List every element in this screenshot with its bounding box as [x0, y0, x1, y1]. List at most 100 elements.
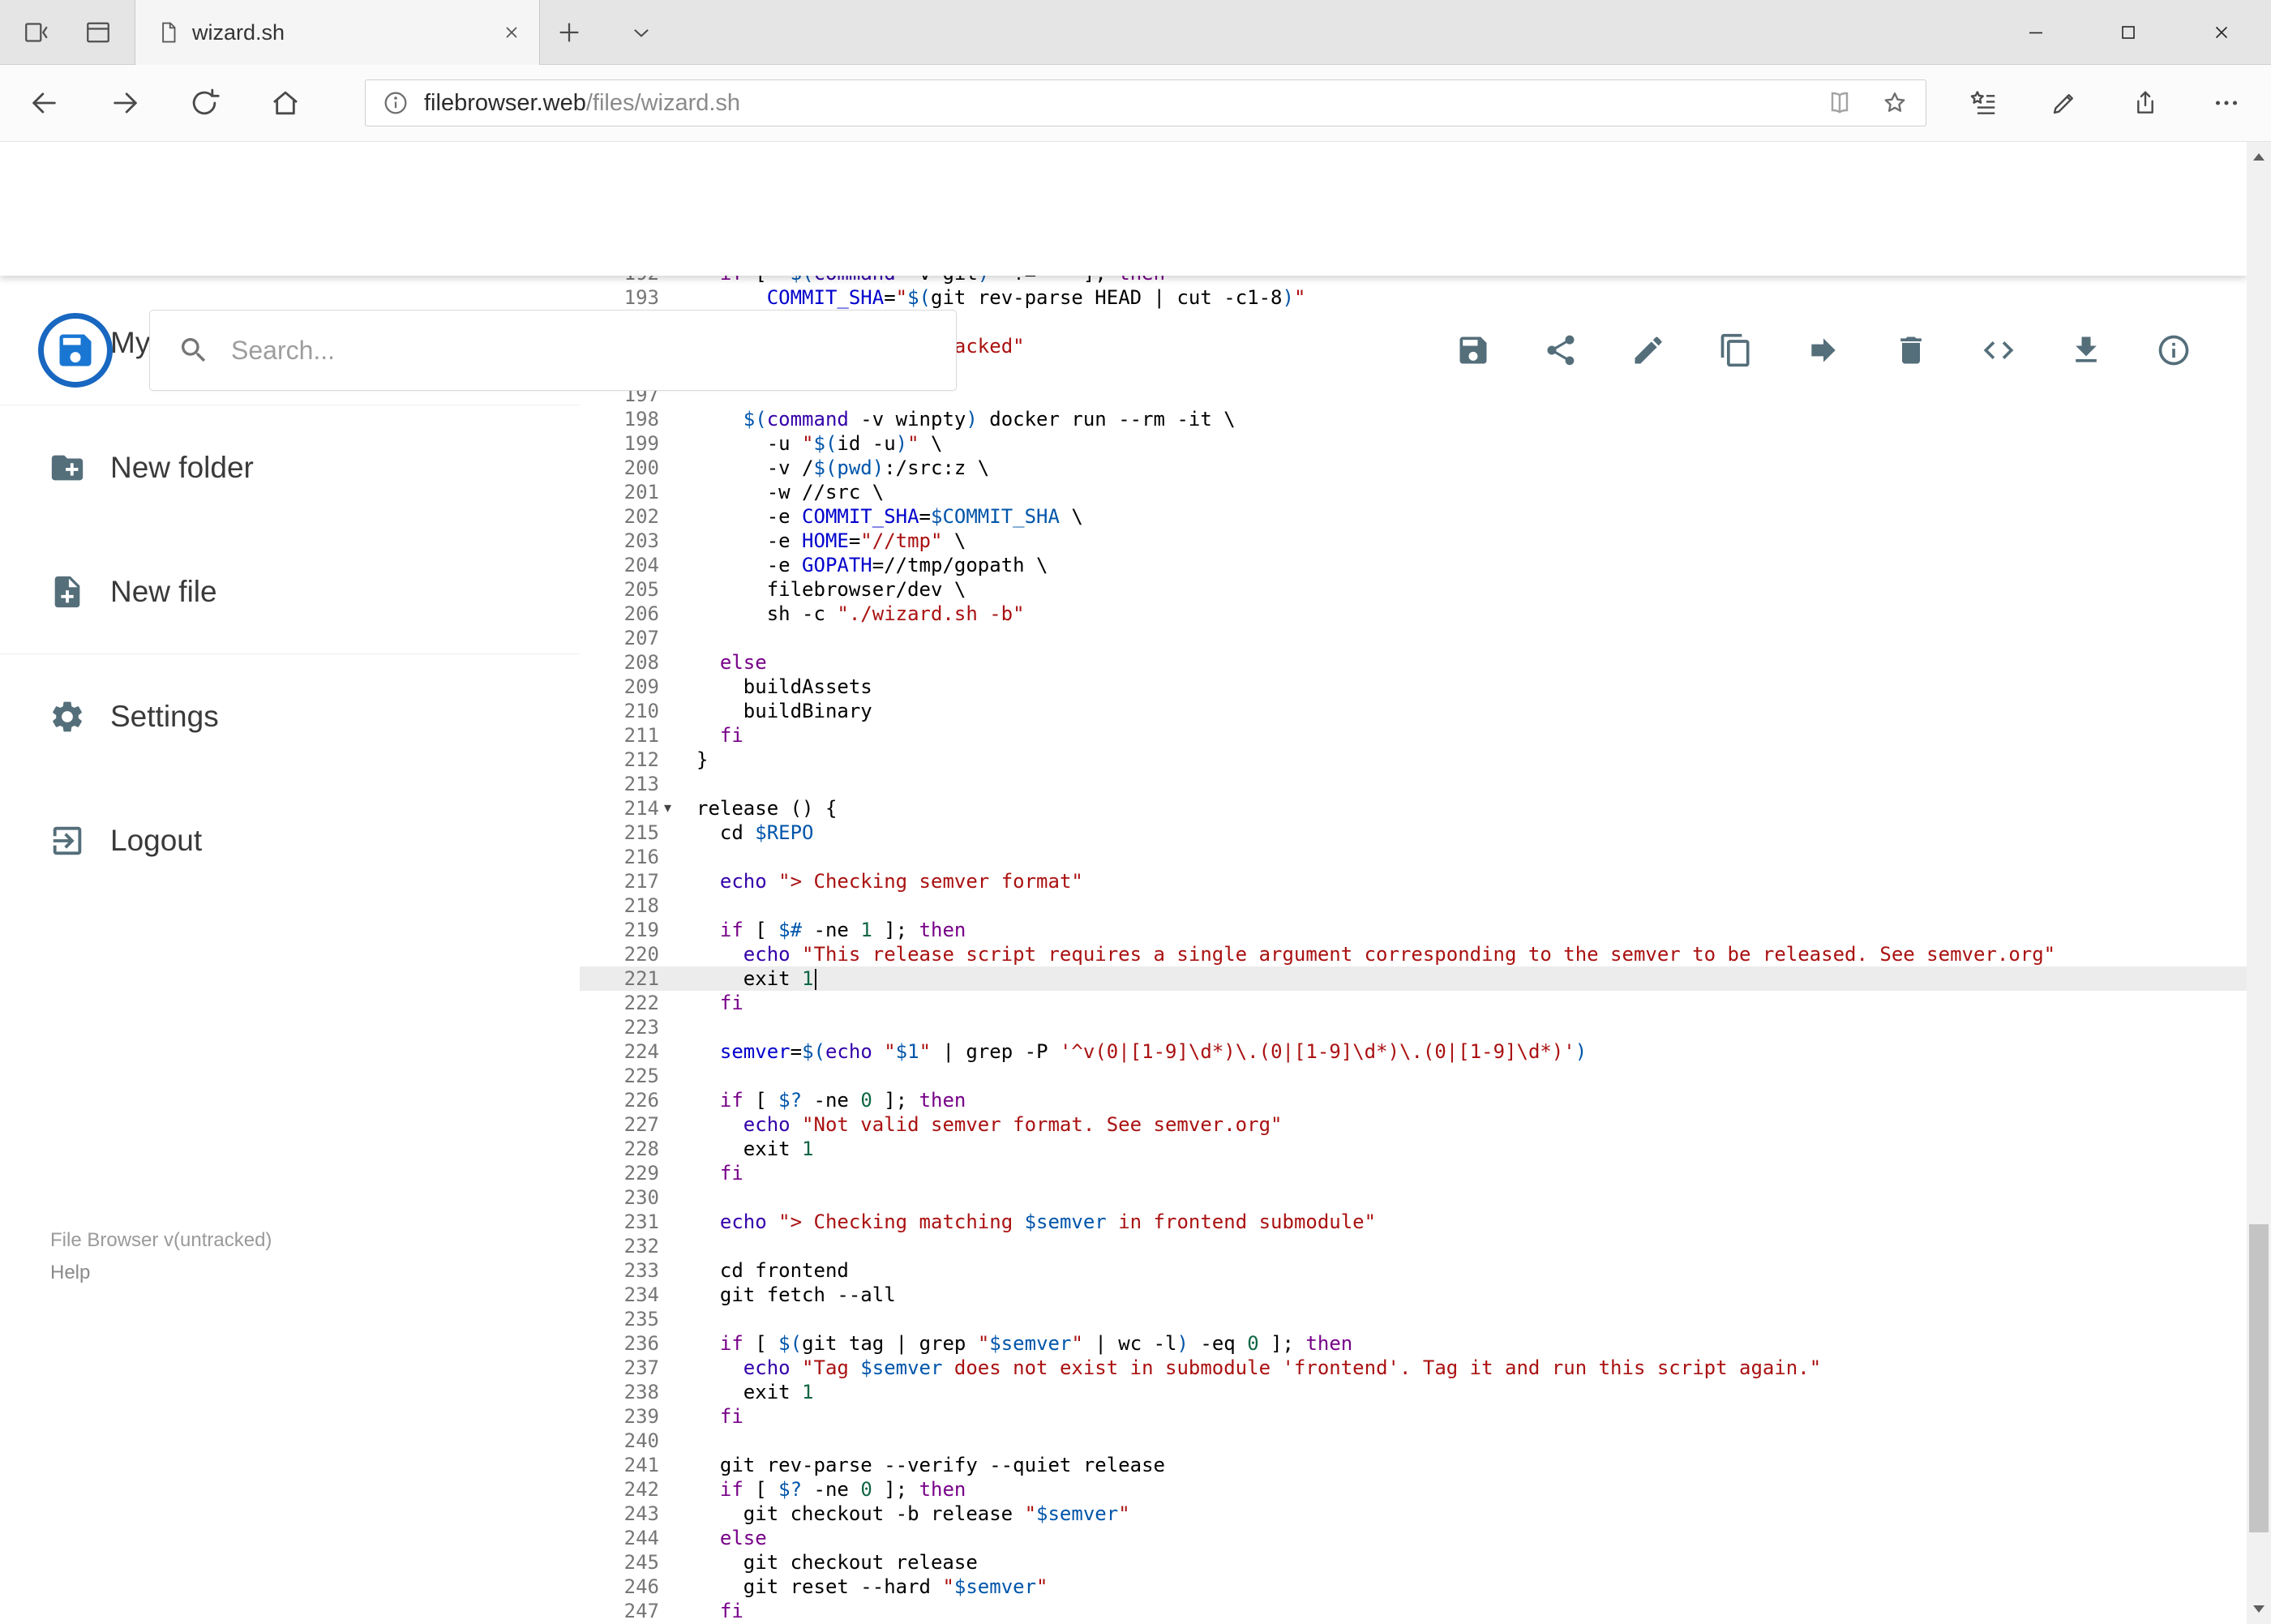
code-line[interactable]: 223 — [580, 1015, 2247, 1039]
set-tabs-aside-button[interactable] — [12, 8, 61, 57]
code-line[interactable]: 209 buildAssets — [580, 675, 2247, 699]
line-number: 200 — [623, 456, 659, 479]
code-line[interactable]: 242 if [ $? -ne 0 ]; then — [580, 1477, 2247, 1502]
sidebar-item-new-folder[interactable]: New folder — [0, 405, 580, 529]
sidebar-item-settings[interactable]: Settings — [0, 654, 580, 778]
code-line[interactable]: 198 $(command -v winpty) docker run --rm… — [580, 407, 2247, 431]
code-line[interactable]: 211 fi — [580, 723, 2247, 748]
home-icon — [269, 87, 302, 119]
code-line[interactable]: 244 else — [580, 1526, 2247, 1550]
share-button[interactable] — [2119, 77, 2171, 129]
window-maximize-button[interactable] — [2093, 0, 2163, 65]
code-line[interactable]: 216 — [580, 845, 2247, 869]
code-line[interactable]: 219 if [ $# -ne 1 ]; then — [580, 918, 2247, 942]
code-line[interactable]: 232 — [580, 1234, 2247, 1258]
code-editor[interactable]: 192 if [ "$(command -v git)" != "" ]; th… — [580, 276, 2247, 1624]
rename-button[interactable] — [1620, 322, 1677, 379]
scrollbar-thumb[interactable] — [2249, 1224, 2269, 1532]
code-line[interactable]: 229 fi — [580, 1161, 2247, 1185]
tab-previews-chevron-button[interactable] — [617, 8, 666, 57]
code-line[interactable]: 236 if [ $(git tag | grep "$semver" | wc… — [580, 1331, 2247, 1356]
code-line[interactable]: 207 — [580, 626, 2247, 650]
code-line[interactable]: 221 exit 1 — [580, 966, 2247, 991]
code-line[interactable]: 239 fi — [580, 1404, 2247, 1429]
code-line[interactable]: 215 cd $REPO — [580, 821, 2247, 845]
code-line[interactable]: 224 semver=$(echo "$1" | grep -P '^v(0|[… — [580, 1039, 2247, 1064]
save-button[interactable] — [1445, 322, 1502, 379]
search-box[interactable] — [149, 310, 957, 391]
search-input[interactable] — [231, 335, 956, 366]
code-line[interactable]: 192 if [ "$(command -v git)" != "" ]; th… — [580, 276, 2247, 285]
share-file-button[interactable] — [1532, 322, 1589, 379]
reading-view-button[interactable] — [1825, 88, 1854, 118]
refresh-button[interactable] — [178, 77, 230, 129]
code-line[interactable]: 227 echo "Not valid semver format. See s… — [580, 1112, 2247, 1137]
code-line[interactable]: 245 git checkout release — [580, 1550, 2247, 1575]
line-number: 214 — [623, 797, 659, 820]
site-info-icon[interactable] — [382, 89, 409, 117]
code-line[interactable]: 208 else — [580, 650, 2247, 675]
code-line[interactable]: 206 sh -c "./wizard.sh -b" — [580, 602, 2247, 626]
address-bar[interactable]: filebrowser.web/files/wizard.sh — [365, 79, 1926, 126]
sidebar-item-label: New file — [110, 574, 217, 608]
raw-view-button[interactable] — [1970, 322, 2027, 379]
code-line[interactable]: 234 git fetch --all — [580, 1283, 2247, 1307]
browser-tab[interactable]: wizard.sh — [135, 0, 540, 65]
code-line[interactable]: 199 -u "$(id -u)" \ — [580, 431, 2247, 456]
code-line[interactable]: 235 — [580, 1307, 2247, 1331]
window-minimize-button[interactable] — [2001, 0, 2071, 65]
code-line[interactable]: 202 -e COMMIT_SHA=$COMMIT_SHA \ — [580, 504, 2247, 529]
code-line[interactable]: 210 buildBinary — [580, 699, 2247, 723]
sidebar-item-new-file[interactable]: New file — [0, 529, 580, 653]
code-line[interactable]: 205 filebrowser/dev \ — [580, 577, 2247, 602]
code-line[interactable]: 226 if [ $? -ne 0 ]; then — [580, 1088, 2247, 1112]
code-line[interactable]: 213 — [580, 772, 2247, 796]
code-line[interactable]: 238 exit 1 — [580, 1380, 2247, 1404]
fold-marker-icon[interactable]: ▾ — [664, 796, 671, 821]
code-line[interactable]: 212} — [580, 748, 2247, 772]
code-line[interactable]: 247 fi — [580, 1599, 2247, 1623]
code-line[interactable]: 222 fi — [580, 991, 2247, 1015]
copy-button[interactable] — [1708, 322, 1764, 379]
code-line[interactable]: 246 git reset --hard "$semver" — [580, 1575, 2247, 1599]
code-line[interactable]: 203 -e HOME="//tmp" \ — [580, 529, 2247, 553]
tab-preview-button[interactable] — [74, 8, 122, 57]
download-button[interactable] — [2058, 322, 2115, 379]
home-button[interactable] — [259, 77, 311, 129]
move-button[interactable] — [1795, 322, 1852, 379]
sidebar-item-logout[interactable]: Logout — [0, 778, 580, 902]
web-note-button[interactable] — [2038, 77, 2090, 129]
page-scrollbar[interactable] — [2247, 142, 2271, 1624]
code-line[interactable]: 193 COMMIT_SHA="$(git rev-parse HEAD | c… — [580, 285, 2247, 310]
delete-button[interactable] — [1883, 322, 1939, 379]
scroll-up-arrow-icon[interactable] — [2253, 153, 2265, 161]
code-line[interactable]: 230 — [580, 1185, 2247, 1210]
scroll-down-arrow-icon[interactable] — [2253, 1605, 2265, 1613]
help-link[interactable]: Help — [50, 1262, 272, 1284]
code-line[interactable]: 200 -v /$(pwd):/src:z \ — [580, 456, 2247, 480]
code-line[interactable]: 218 — [580, 893, 2247, 918]
code-line[interactable]: 243 git checkout -b release "$semver" — [580, 1502, 2247, 1526]
filebrowser-logo[interactable] — [38, 313, 113, 388]
code-line[interactable]: 204 -e GOPATH=//tmp/gopath \ — [580, 553, 2247, 577]
code-line[interactable]: 240 — [580, 1429, 2247, 1453]
code-line[interactable]: 214 ▾ release () { — [580, 796, 2247, 821]
code-line[interactable]: 233 cd frontend — [580, 1258, 2247, 1283]
add-favorite-star-button[interactable] — [1880, 88, 1909, 118]
hub-favorites-button[interactable] — [1957, 77, 2009, 129]
code-line[interactable]: 231 echo "> Checking matching $semver in… — [580, 1210, 2247, 1234]
code-line[interactable]: 225 — [580, 1064, 2247, 1088]
new-tab-button[interactable] — [545, 8, 593, 57]
window-close-button[interactable] — [2187, 0, 2256, 65]
forward-button[interactable] — [100, 77, 152, 129]
code-line[interactable]: 241 git rev-parse --verify --quiet relea… — [580, 1453, 2247, 1477]
tab-close-icon[interactable] — [502, 23, 521, 42]
code-line[interactable]: 201 -w //src \ — [580, 480, 2247, 504]
code-line[interactable]: 220 echo "This release script requires a… — [580, 942, 2247, 966]
back-button[interactable] — [18, 77, 70, 129]
info-button[interactable] — [2145, 322, 2202, 379]
code-line[interactable]: 237 echo "Tag $semver does not exist in … — [580, 1356, 2247, 1380]
more-options-button[interactable] — [2200, 77, 2252, 129]
code-line[interactable]: 228 exit 1 — [580, 1137, 2247, 1161]
code-line[interactable]: 217 echo "> Checking semver format" — [580, 869, 2247, 893]
